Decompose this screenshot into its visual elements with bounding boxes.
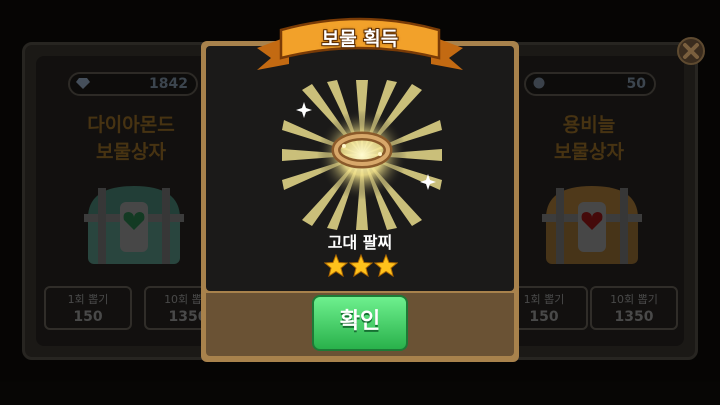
reward-item-name: 고대 팔찌 [327, 233, 393, 252]
popup-title: 보물 획득 [321, 28, 399, 50]
close-icon[interactable] [676, 36, 706, 66]
star-icon [373, 254, 398, 278]
star-icon [348, 254, 374, 278]
star-icon [324, 254, 349, 278]
reward-glow-burst [282, 80, 442, 230]
star-rating [324, 254, 398, 278]
confirm-button[interactable]: 확인 [312, 295, 408, 351]
